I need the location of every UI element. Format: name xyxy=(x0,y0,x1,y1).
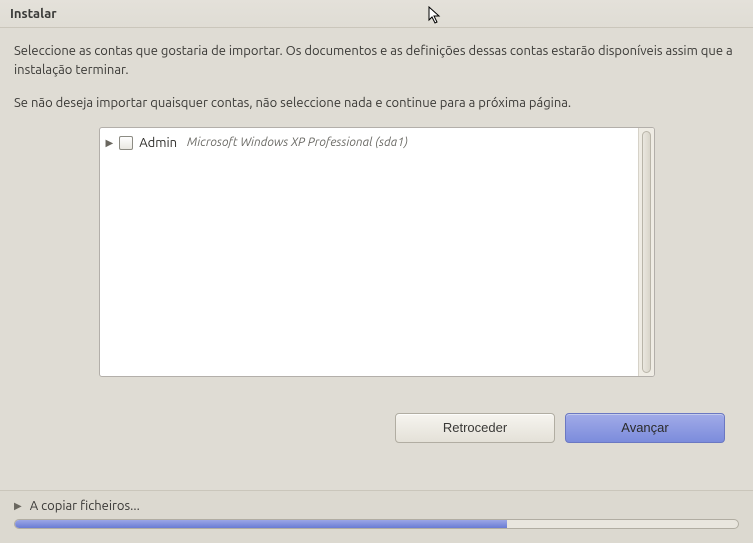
button-row: Retroceder Avançar xyxy=(14,377,739,443)
forward-button[interactable]: Avançar xyxy=(565,413,725,443)
back-button[interactable]: Retroceder xyxy=(395,413,555,443)
window-title: Instalar xyxy=(10,7,57,21)
scrollbar[interactable] xyxy=(638,128,654,376)
account-name: Admin xyxy=(139,136,177,150)
installer-window: Instalar Seleccione as contas que gostar… xyxy=(0,0,753,543)
expand-icon[interactable]: ▶ xyxy=(106,137,114,149)
chevron-right-icon: ▶ xyxy=(14,500,22,512)
account-description: Microsoft Windows XP Professional (sda1) xyxy=(187,136,408,149)
content-area: Seleccione as contas que gostaria de imp… xyxy=(0,28,753,443)
progress-fill xyxy=(15,520,507,528)
accounts-listbox: ▶ Admin Microsoft Windows XP Professiona… xyxy=(99,127,655,377)
intro-text: Seleccione as contas que gostaria de imp… xyxy=(14,42,739,113)
scrollbar-thumb[interactable] xyxy=(642,131,651,373)
account-checkbox[interactable] xyxy=(119,136,133,150)
progress-bar xyxy=(14,519,739,529)
intro-paragraph-2: Se não deseja importar quaisquer contas,… xyxy=(14,94,739,113)
titlebar: Instalar xyxy=(0,0,753,28)
intro-paragraph-1: Seleccione as contas que gostaria de imp… xyxy=(14,42,739,80)
accounts-list: ▶ Admin Microsoft Windows XP Professiona… xyxy=(100,128,638,376)
status-expander[interactable]: ▶ A copiar ficheiros... xyxy=(14,499,739,513)
footer: ▶ A copiar ficheiros... xyxy=(0,490,753,543)
cursor-icon xyxy=(428,6,442,26)
status-text: A copiar ficheiros... xyxy=(30,499,140,513)
account-row[interactable]: ▶ Admin Microsoft Windows XP Professiona… xyxy=(106,132,632,154)
